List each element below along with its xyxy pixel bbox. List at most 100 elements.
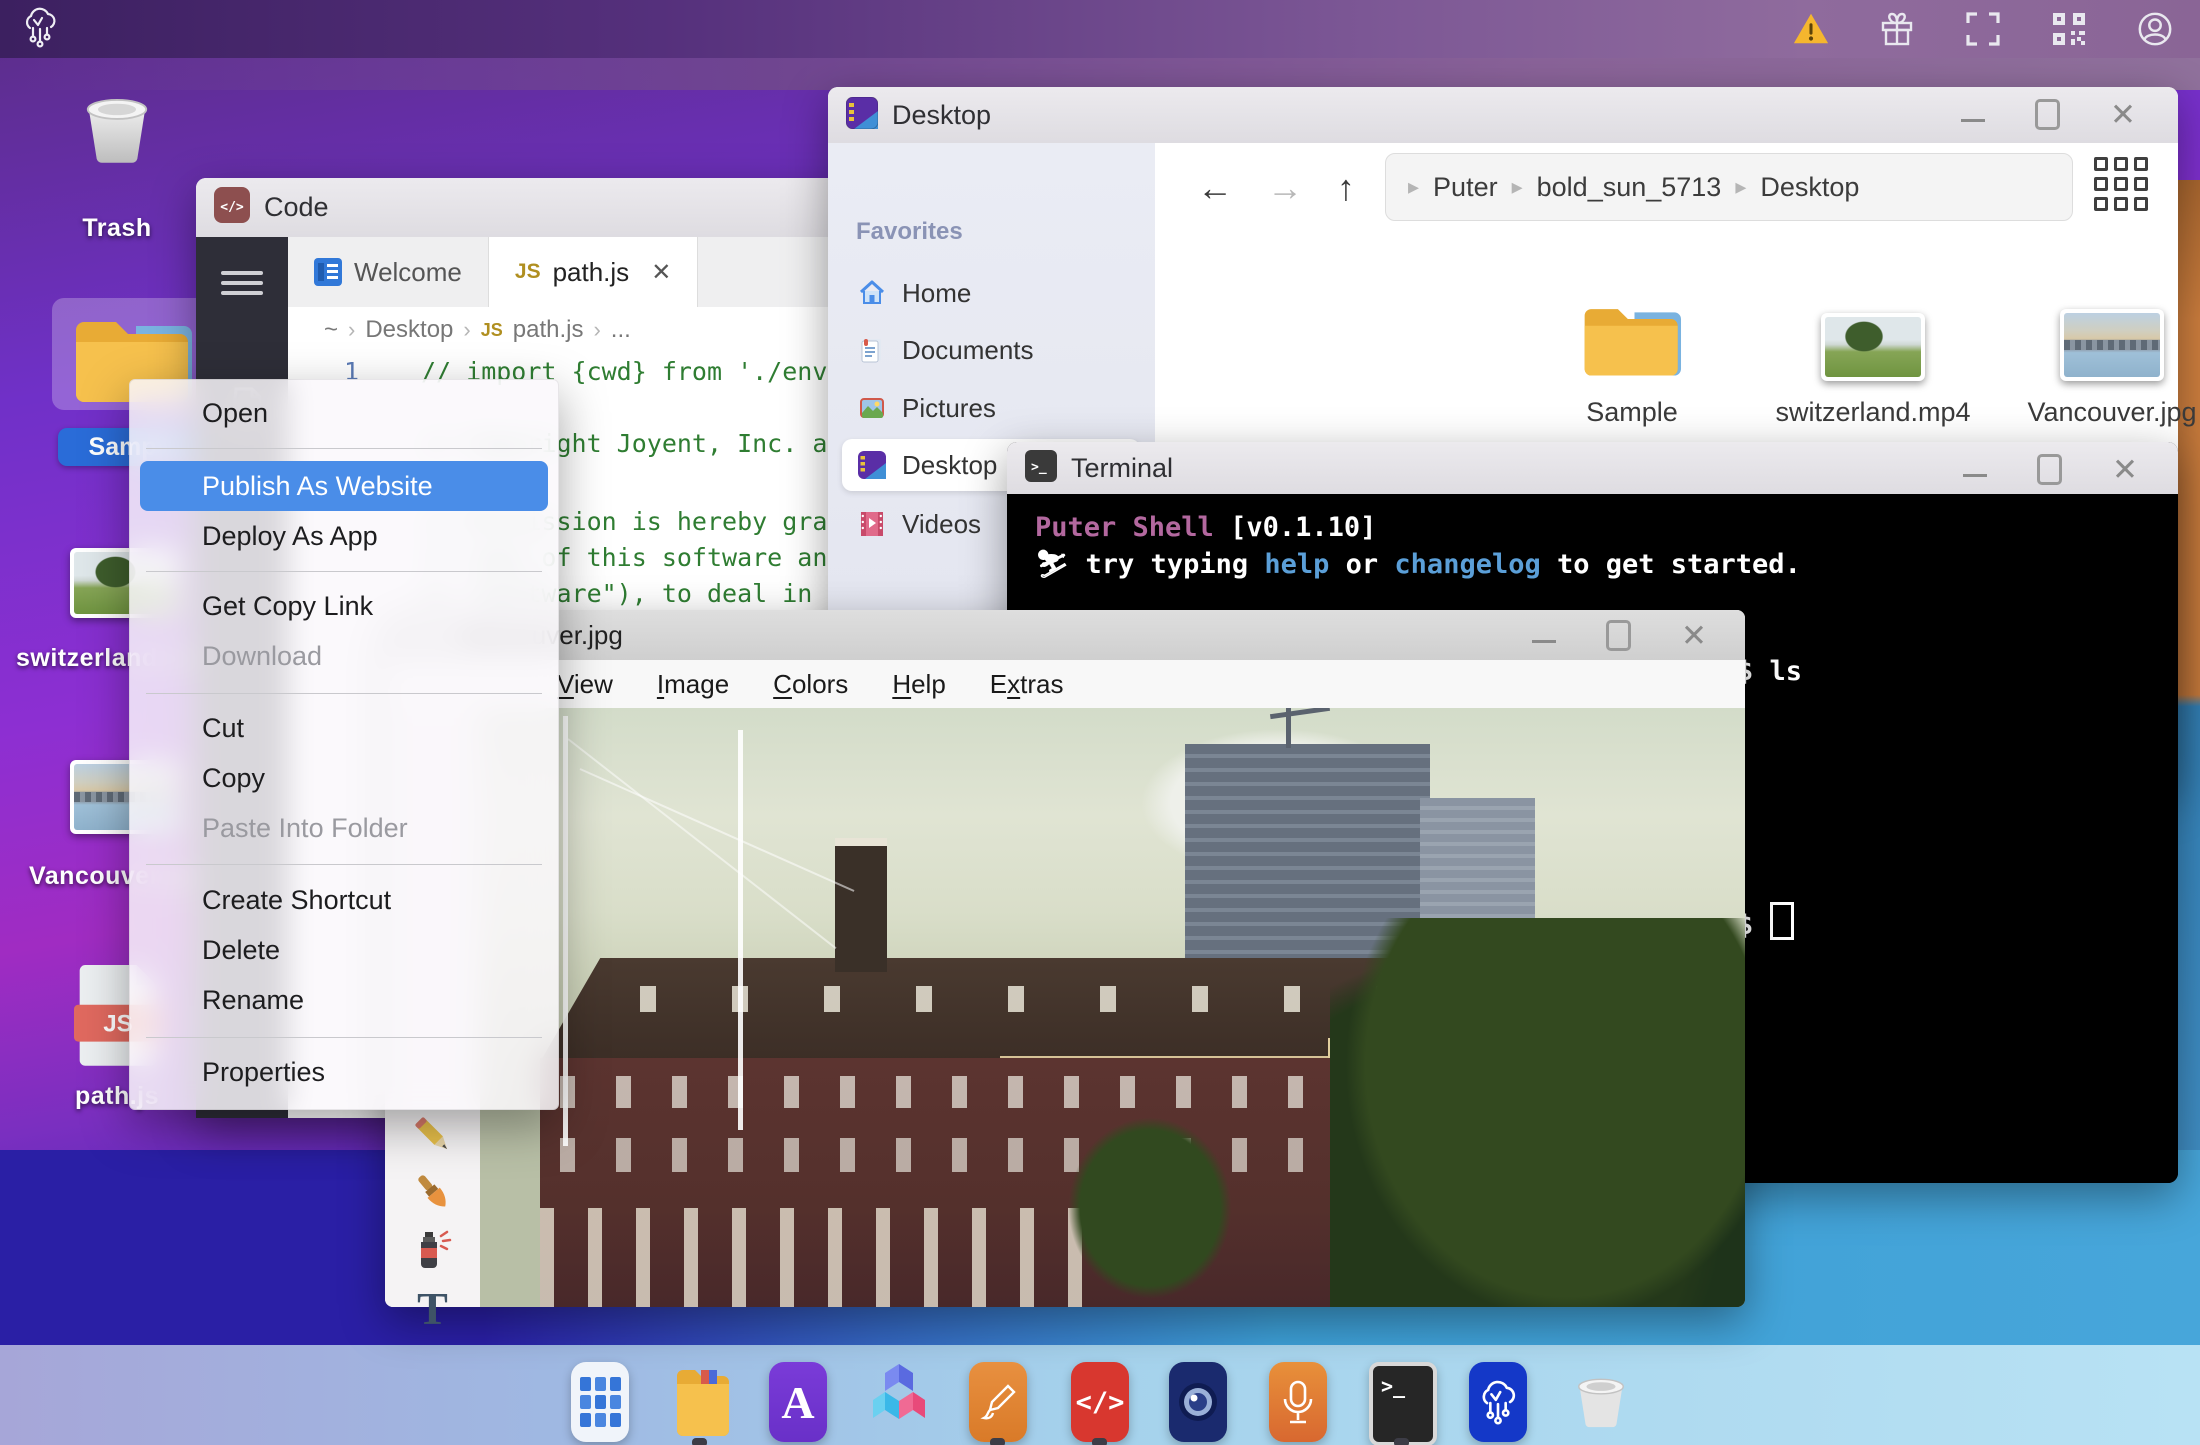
menu-item-delete[interactable]: Delete [140,925,548,975]
maximize-button[interactable] [2035,98,2061,130]
qr-code-icon[interactable] [2050,10,2088,48]
minimize-button[interactable] [1963,473,1988,477]
dock-camera-icon[interactable] [1169,1362,1227,1442]
terminal-window-controls: ✕ [1963,442,2138,496]
menu-item-download[interactable]: Download [140,631,548,681]
file-item-switzerland[interactable]: switzerland.mp4 [1763,281,1983,428]
forward-icon[interactable]: → [1267,167,1303,209]
menu-hamburger-icon[interactable] [221,265,263,301]
terminal-ls-line: $ ls [1737,656,1803,687]
viewer-canvas-image[interactable] [480,708,1745,1307]
code-window-title: Code [264,192,329,222]
maximize-button[interactable] [1606,619,1632,651]
fullscreen-icon[interactable] [1964,10,2002,48]
skier-glyph: ⛷ [1035,549,1070,580]
running-indicator-code [1092,1438,1107,1445]
menu-item-cut[interactable]: Cut [140,703,548,753]
minimize-button[interactable] [1532,639,1557,643]
js-file-badge: JS [514,260,541,283]
breadcrumb-current[interactable]: Desktop [1760,172,1859,203]
sidebar-heading: Favorites [856,218,963,245]
maximize-button[interactable] [2037,453,2063,485]
running-indicator-files [692,1438,707,1445]
dock-paint-icon[interactable] [969,1362,1027,1442]
menu-view[interactable]: View [557,669,613,700]
dock-blocks-icon[interactable] [867,1360,931,1445]
menu-item-get-copy-link[interactable]: Get Copy Link [140,581,548,631]
svg-text:</>: </> [220,200,244,215]
dock-trash-icon[interactable] [1572,1368,1630,1443]
viewer-window-controls: ✕ [1532,610,1707,660]
grid-view-icon[interactable] [2094,157,2152,215]
file-label: Sample [1586,397,1678,427]
dock-recorder-icon[interactable] [1269,1362,1327,1442]
menu-colors[interactable]: Colors [773,669,848,700]
viewer-menubar: View Image Colors Help Extras [385,660,1745,709]
up-icon[interactable]: ↑ [1337,167,1355,209]
files-window-controls: ✕ [1961,87,2136,141]
terminal-window-icon: >_ [1025,449,1057,487]
brush-tool-icon[interactable] [385,1170,480,1214]
dock-code-icon[interactable]: </> [1071,1362,1129,1442]
sidebar-item-label: Pictures [902,392,996,423]
tab-welcome[interactable]: Welcome [288,237,489,307]
menu-item-copy[interactable]: Copy [140,753,548,803]
file-item-sample[interactable]: Sample [1522,281,1742,428]
sidebar-item-label: Documents [902,334,1034,365]
dock-terminal-icon[interactable]: >_ [1369,1362,1437,1445]
menu-extras[interactable]: Extras [990,669,1064,700]
close-button[interactable]: ✕ [2110,99,2136,130]
warning-icon[interactable] [1792,10,1830,48]
menu-item-publish-as-website[interactable]: Publish As Website [140,461,548,511]
menu-item-paste-into-folder[interactable]: Paste Into Folder [140,803,548,853]
menu-item-properties[interactable]: Properties [140,1047,548,1097]
sidebar-item-documents[interactable]: Documents [842,324,1140,376]
sidebar-item-label: Desktop [902,449,998,480]
close-button[interactable]: ✕ [2112,454,2138,485]
menu-item-create-shortcut[interactable]: Create Shortcut [140,875,548,925]
file-item-vancouver[interactable]: Vancouver.jpg [2002,281,2200,428]
menu-image[interactable]: Image [657,669,729,700]
puter-logo-icon[interactable] [20,6,60,53]
terminal-titlebar[interactable]: >_ Terminal ✕ [1007,442,2178,495]
wallpaper-top-gap [0,58,2200,90]
menu-item-deploy-as-app[interactable]: Deploy As App [140,511,548,561]
terminal-version: [v0.1.10] [1213,512,1377,543]
desktop-icon-trash[interactable] [78,98,156,169]
terminal-window-title: Terminal [1071,452,1174,483]
text-tool-icon[interactable]: T [385,1286,480,1332]
tab-pathjs[interactable]: JS path.js ✕ [488,237,699,307]
terminal-prompt: $ [1737,902,1794,941]
tab-welcome-label: Welcome [354,256,462,287]
dock-editor-icon[interactable]: A [769,1362,827,1442]
menu-item-rename[interactable]: Rename [140,975,548,1025]
files-titlebar[interactable]: Desktop ✕ [828,87,2178,144]
files-window-icon [845,96,879,134]
menu-item-open[interactable]: Open [140,388,548,438]
pencil-tool-icon[interactable] [385,1113,480,1157]
running-indicator-terminal [1394,1438,1409,1445]
account-icon[interactable] [2136,10,2174,48]
menu-help[interactable]: Help [892,669,945,700]
running-indicator-paint [990,1438,1005,1445]
file-label: switzerland.mp4 [1775,397,1971,427]
breadcrumb-user[interactable]: bold_sun_5713 [1537,172,1722,203]
tab-close-icon[interactable]: ✕ [651,258,671,287]
airbrush-tool-icon[interactable] [385,1228,480,1272]
dock-files-icon[interactable] [671,1362,729,1445]
sidebar-item-home[interactable]: Home [842,267,1140,319]
back-icon[interactable]: ← [1197,167,1233,209]
dock-puter-icon[interactable] [1469,1362,1527,1442]
gift-icon[interactable] [1878,10,1916,48]
dock-launcher-icon[interactable] [571,1362,629,1442]
minimize-button[interactable] [1961,118,1986,122]
code-app-icon: </> [214,187,250,228]
files-window-title: Desktop [892,99,992,130]
viewer-titlebar[interactable]: Vancouver.jpg ✕ [385,610,1745,661]
desktop-screen: Trash Sample switzerland.mp4 Vancouver.j… [0,0,2200,1445]
breadcrumb-root[interactable]: Puter [1433,172,1498,203]
breadcrumb[interactable]: ▸ Puter ▸ bold_sun_5713 ▸ Desktop [1385,153,2073,221]
sidebar-item-label: Videos [902,508,982,539]
sidebar-item-pictures[interactable]: Pictures [842,382,1140,434]
close-button[interactable]: ✕ [1681,620,1707,651]
